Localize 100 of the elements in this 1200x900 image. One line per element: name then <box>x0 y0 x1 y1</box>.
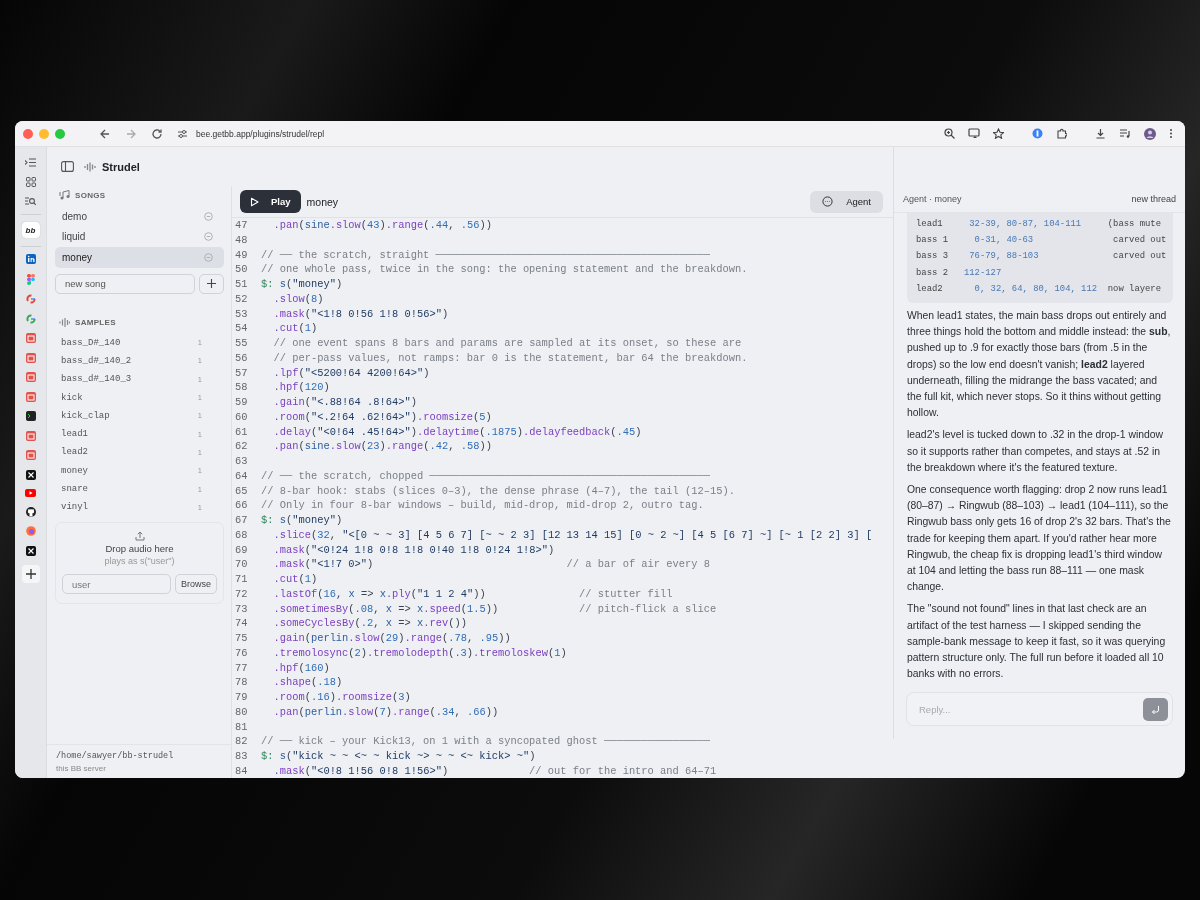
code-line[interactable]: .mask("<0!24 1!8 0!8 1!8 0!40 1!8 0!24 1!8>") <box>261 542 555 558</box>
code-line[interactable]: .pan(perlin.slow(7).range(.34, .66)) <box>261 704 499 720</box>
new-song-field[interactable]: new song <box>55 273 195 294</box>
code-line[interactable]: .gain("<.88!64 .8!64>") <box>261 395 417 410</box>
song-item[interactable]: money <box>55 247 224 268</box>
sample-name[interactable]: snare <box>61 484 88 494</box>
more-icon[interactable] <box>1169 128 1173 139</box>
sample-name[interactable]: kick_clap <box>61 410 110 421</box>
text-search-icon[interactable] <box>25 196 36 206</box>
code-line[interactable]: .mask("<1!8 0!56 1!8 0!56>") <box>261 306 449 322</box>
code-line[interactable]: // ── the scratch, chopped ───────────────────────────────────────────── <box>261 468 710 484</box>
code-line[interactable]: // Only in four 8-bar windows – build, mid-drop, mid-drop 2, outro tag. <box>261 498 704 513</box>
avatar-icon[interactable] <box>1144 127 1156 140</box>
line-number: 52 <box>234 291 249 307</box>
line-number: 74 <box>234 616 249 631</box>
code-line[interactable]: .tremolosync(2).tremolodepth(.3).tremoloskew(1) <box>261 645 567 661</box>
sample-name[interactable]: lead2 <box>61 447 88 458</box>
sample-name[interactable]: bass_D#_140 <box>61 337 121 348</box>
app-icon[interactable] <box>25 469 36 480</box>
star-icon[interactable] <box>993 128 1004 139</box>
app-icon[interactable] <box>25 545 36 556</box>
drop-zone[interactable]: Drop audio here plays as s("user") user Browse <box>55 522 224 605</box>
line-number: 82 <box>234 734 249 749</box>
song-item[interactable]: demo <box>55 206 224 227</box>
extensions-icon[interactable] <box>1056 128 1067 139</box>
add-song-button[interactable] <box>199 273 224 294</box>
grid-icon[interactable] <box>25 176 36 187</box>
url-text[interactable]: bee.getbb.app/plugins/strudel/repl <box>196 128 325 139</box>
code-line[interactable]: $: s("kick ~ ~ <~ ~ kick ~> ~ ~ <~ kick> ~") <box>261 749 536 764</box>
agent-title: Agent · money <box>903 194 962 204</box>
code-line[interactable]: .someCyclesBy(.2, x => x.rev()) <box>261 616 467 631</box>
code-line[interactable]: // ── the scratch, straight ──────────────────────────────────────────── <box>261 247 710 263</box>
song-item[interactable]: liquid <box>55 226 224 247</box>
code-line[interactable]: .slow(8) <box>261 291 324 307</box>
plus-icon <box>25 569 36 579</box>
code-line[interactable]: // 8-bar hook: stabs (slices 0–3), the dense phrase (4–7), the tail (12–15). <box>261 483 735 499</box>
sample-name-field[interactable]: user <box>62 574 171 595</box>
site-settings-icon[interactable] <box>177 128 188 139</box>
sample-name[interactable]: bass_d#_140_3 <box>61 374 132 385</box>
reload-icon[interactable] <box>151 127 163 140</box>
line-number: 76 <box>234 645 249 661</box>
cast-icon[interactable] <box>968 128 980 139</box>
terminal-icon[interactable] <box>25 411 36 421</box>
sample-name[interactable]: vinyl <box>61 502 88 513</box>
code-line[interactable]: .lastOf(16, x => x.ply("1 1 2 4")) <box>261 586 579 602</box>
media-icon[interactable] <box>1119 128 1131 139</box>
browse-button[interactable]: Browse <box>175 574 217 595</box>
play-icon <box>250 196 259 207</box>
code-line[interactable]: .mask("<0!8 1!56 0!8 1!56>") <box>261 763 530 778</box>
code-line[interactable]: .pan(sine.slow(23).range(.42, .58)) <box>261 439 492 454</box>
line-number: 69 <box>234 542 249 558</box>
code-line[interactable]: .pan(sine.slow(43).range(.44, .56)) <box>261 218 492 233</box>
code-line[interactable]: .hpf(160) <box>261 660 330 676</box>
logo[interactable]: bb <box>21 222 40 238</box>
agent-button[interactable]: Agent <box>810 190 883 213</box>
line-number: 60 <box>234 409 249 425</box>
code-line[interactable]: $: s("money") <box>261 513 343 528</box>
code-line[interactable]: .shape(.18) <box>261 675 343 690</box>
code-line[interactable]: .cut(1) <box>261 572 318 587</box>
sample-name[interactable]: lead1 <box>61 429 88 440</box>
send-button[interactable] <box>1143 697 1168 721</box>
code-line[interactable]: .slice(32, "<[0 ~ ~ 3] [4 5 6 7] [~ ~ 2 3] [12 13 14 15] [0 ~ 2 ~] [4 5 [6 7] ~] [~ 1 [2 2] 3] [ <box>261 527 873 543</box>
code-line[interactable]: // one event spans 8 bars and params are sampled at its onset, so these are <box>261 336 742 351</box>
play-button[interactable]: Play <box>240 190 301 213</box>
window-control[interactable] <box>23 128 33 139</box>
line-number: 78 <box>234 675 249 690</box>
code-comment: // out for the intro and 64–71 <box>529 763 717 778</box>
add-app-button[interactable] <box>21 565 40 583</box>
code-line[interactable]: .sometimesBy(.08, x => x.speed(1.5)) <box>261 601 579 617</box>
code-line[interactable]: .hpf(120) <box>261 380 330 395</box>
list-collapse-icon[interactable] <box>25 158 36 167</box>
download-icon[interactable] <box>1095 128 1106 139</box>
code-line[interactable]: .gain(perlin.slow(29).range(.78, .95)) <box>261 631 511 646</box>
reply-field[interactable]: Reply... <box>906 692 1173 726</box>
code-line[interactable]: // ── kick – your Kick13, on 1 with a syncopated ghost ───────────────── <box>261 734 710 749</box>
code-line[interactable]: // per-pass values, not ramps: bar 0 is the statement, bar 64 the breakdown. <box>261 350 748 366</box>
line-number: 47 <box>234 218 249 233</box>
code-line[interactable]: .room(.16).roomsize(3) <box>261 690 411 705</box>
new-thread-link[interactable]: new thread <box>1131 194 1176 204</box>
back-icon[interactable] <box>99 127 111 140</box>
code-line[interactable]: .delay("<0!64 .45!64>").delaytime(.1875).delayfeedback(.45) <box>261 424 642 440</box>
server-caption: this BB server <box>56 764 107 773</box>
line-number: 49 <box>234 247 249 263</box>
sample-name[interactable]: kick <box>61 392 83 403</box>
line-number: 61 <box>234 424 249 440</box>
sample-name[interactable]: money <box>61 465 88 476</box>
code-line[interactable]: $: s("money") <box>261 277 343 292</box>
code-line[interactable]: .room("<.2!64 .62!64>").roomsize(5) <box>261 409 492 425</box>
line-number: 54 <box>234 321 249 336</box>
zoom-icon[interactable] <box>944 128 955 139</box>
code-line[interactable]: .cut(1) <box>261 321 318 336</box>
code-line[interactable]: // one whole pass, twice in the song: the opening statement and the breakdown. <box>261 262 748 277</box>
app-icon[interactable] <box>25 506 36 517</box>
sidebar-toggle-icon[interactable] <box>61 161 74 172</box>
code-line[interactable]: .lpf("<5200!64 4200!64>") <box>261 365 430 381</box>
code-line[interactable]: .mask("<1!7 0>") <box>261 557 567 572</box>
sample-name[interactable]: bass_d#_140_2 <box>61 355 132 366</box>
line-number: 83 <box>234 749 249 764</box>
chat-icon <box>204 211 213 221</box>
code-line: bass 2 112-127 <box>916 266 1002 280</box>
